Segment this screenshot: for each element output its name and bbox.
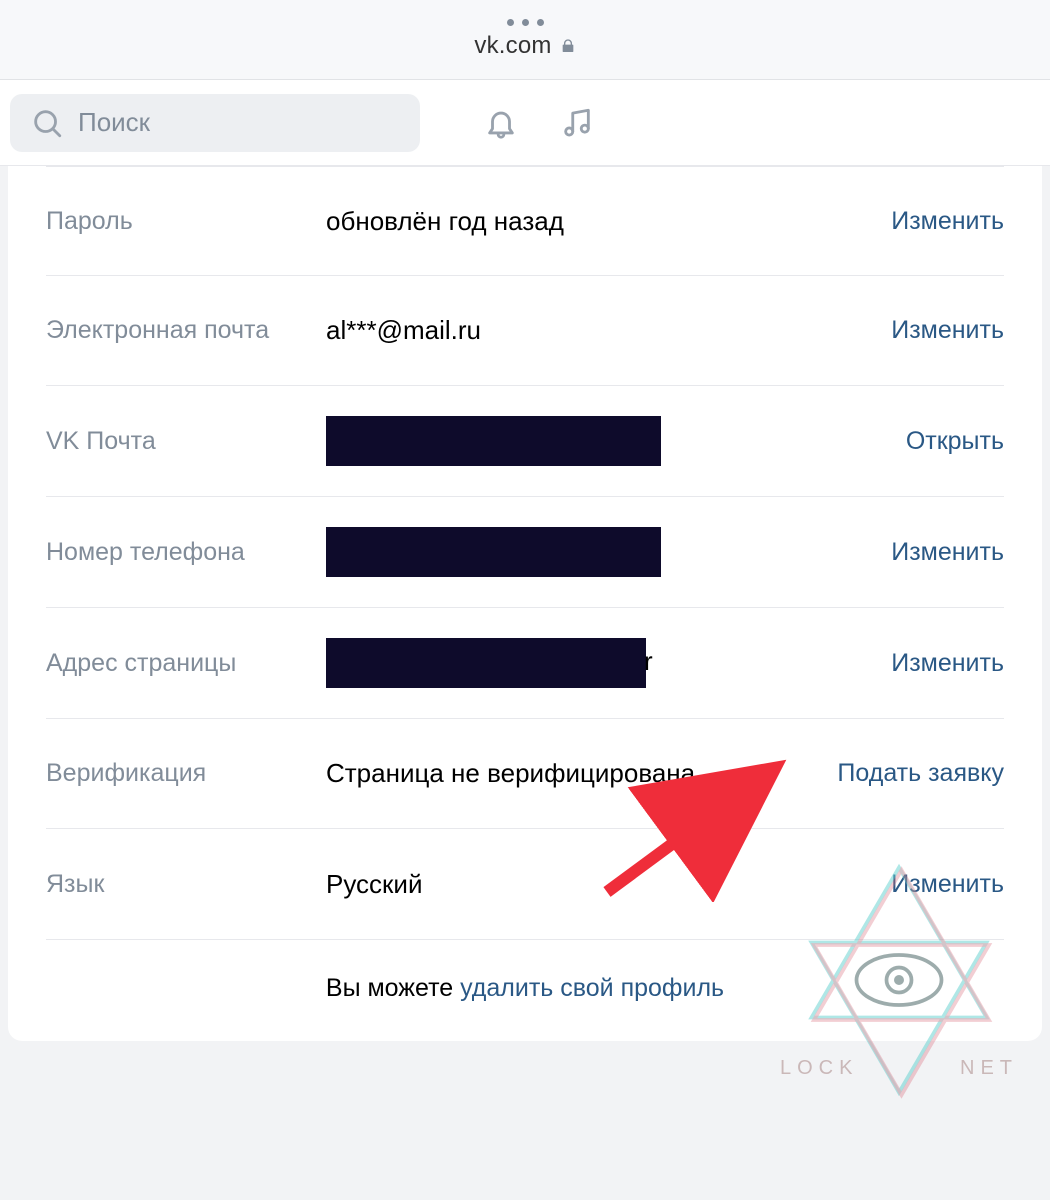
- row-label: VK Почта: [46, 427, 326, 456]
- row-label: Верификация: [46, 759, 326, 788]
- open-vkmail-link[interactable]: Открыть: [906, 427, 1004, 456]
- row-value: al***@mail.ru: [326, 315, 891, 346]
- row-value: [326, 416, 906, 466]
- footer-prefix: Вы можете: [326, 974, 460, 1002]
- row-value: обновлён год назад: [326, 206, 891, 237]
- redacted-block: [326, 638, 646, 688]
- lock-icon: [560, 38, 576, 54]
- search-input[interactable]: Поиск: [10, 94, 420, 152]
- row-label: Пароль: [46, 207, 326, 236]
- row-email: Электронная почта al***@mail.ru Изменить: [46, 276, 1004, 386]
- row-value: r: [326, 638, 891, 688]
- address-bar[interactable]: vk.com: [474, 32, 575, 60]
- settings-card: Пароль обновлён год назад Изменить Элект…: [8, 166, 1042, 1041]
- watermark-left: LOCK: [780, 1057, 858, 1080]
- music-icon[interactable]: [560, 106, 594, 140]
- change-phone-link[interactable]: Изменить: [891, 538, 1004, 567]
- row-phone: Номер телефона Изменить: [46, 497, 1004, 608]
- window-dot: [507, 19, 514, 26]
- change-page-address-link[interactable]: Изменить: [891, 649, 1004, 678]
- row-label: Адрес страницы: [46, 649, 326, 678]
- row-value: Русский: [326, 869, 891, 900]
- browser-chrome: vk.com: [0, 0, 1050, 80]
- row-language: Язык Русский Изменить: [46, 829, 1004, 939]
- window-dot: [537, 19, 544, 26]
- row-label: Номер телефона: [46, 538, 326, 567]
- watermark-right: NET: [960, 1057, 1018, 1080]
- bell-icon[interactable]: [484, 106, 518, 140]
- window-dots: [507, 19, 544, 26]
- row-value: [326, 527, 891, 577]
- change-language-link[interactable]: Изменить: [891, 870, 1004, 899]
- change-email-link[interactable]: Изменить: [891, 316, 1004, 345]
- header-icons: [484, 106, 594, 140]
- change-password-link[interactable]: Изменить: [891, 207, 1004, 236]
- app-header: Поиск: [0, 80, 1050, 166]
- row-vkmail: VK Почта Открыть: [46, 386, 1004, 497]
- redacted-block: [326, 527, 661, 577]
- value-fragment: r: [644, 646, 653, 676]
- row-label: Язык: [46, 870, 326, 899]
- row-label: Электронная почта: [46, 316, 326, 345]
- row-page-address: Адрес страницы r Изменить: [46, 608, 1004, 719]
- redacted-block: [326, 416, 661, 466]
- search-placeholder: Поиск: [78, 107, 150, 138]
- row-password: Пароль обновлён год назад Изменить: [46, 166, 1004, 276]
- search-icon: [30, 106, 64, 140]
- window-dot: [522, 19, 529, 26]
- delete-profile-link[interactable]: удалить свой профиль: [460, 974, 724, 1002]
- footer: Вы можете удалить свой профиль: [46, 939, 1004, 1041]
- submit-verification-link[interactable]: Подать заявку: [837, 759, 1004, 788]
- row-verification: Верификация Страница не верифицирована П…: [46, 719, 1004, 829]
- domain-text: vk.com: [474, 32, 551, 60]
- row-value: Страница не верифицирована: [326, 758, 837, 789]
